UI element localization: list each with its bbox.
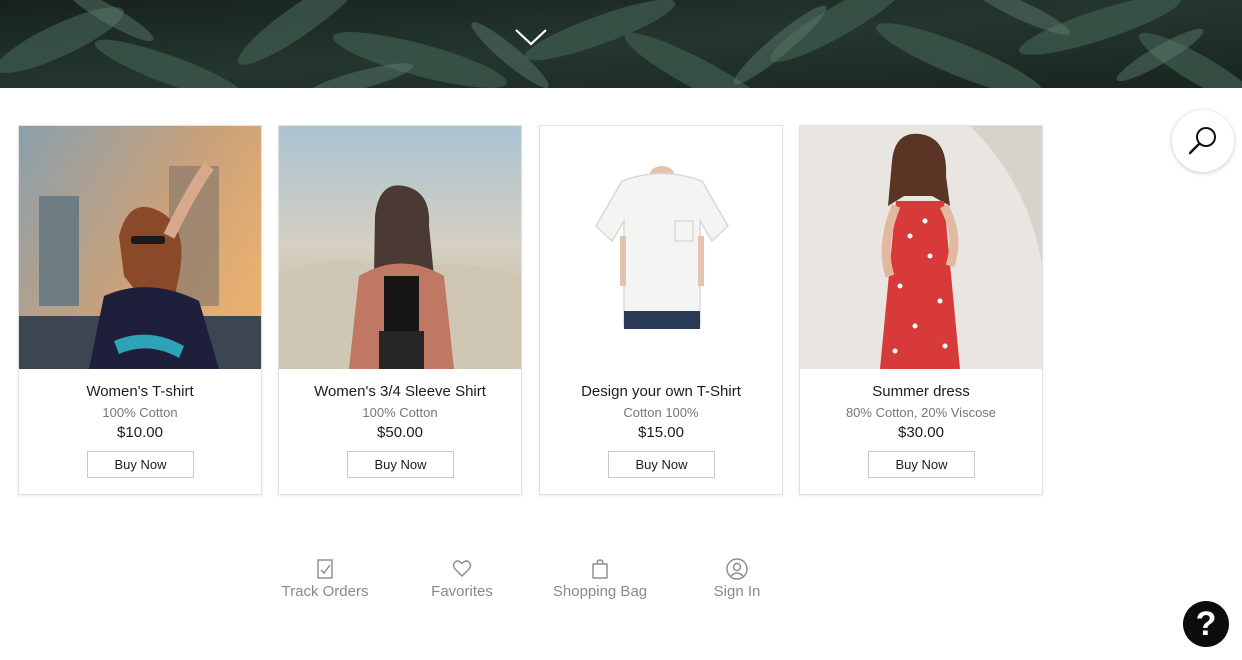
- product-title[interactable]: Women's 3/4 Sleeve Shirt: [279, 383, 521, 400]
- leaves-background: [0, 0, 1242, 88]
- product-price: $10.00: [117, 424, 163, 441]
- nav-shopping-bag[interactable]: Shopping Bag: [535, 558, 665, 600]
- buy-now-button[interactable]: Buy Now: [347, 451, 454, 478]
- product-card[interactable]: Summer dress 80% Cotton, 20% Viscose $30…: [799, 125, 1043, 495]
- product-image[interactable]: [19, 126, 261, 369]
- nav-sign-in[interactable]: Sign In: [672, 558, 802, 600]
- product-title[interactable]: Design your own T-Shirt: [540, 383, 782, 400]
- nav-track-orders[interactable]: Track Orders: [260, 558, 390, 600]
- buy-now-button[interactable]: Buy Now: [608, 451, 715, 478]
- chevron-down-icon[interactable]: [514, 26, 548, 48]
- nav-favorites[interactable]: Favorites: [397, 558, 527, 600]
- product-image[interactable]: [800, 126, 1042, 369]
- shopping-bag-icon: [592, 559, 608, 579]
- search-button[interactable]: [1172, 110, 1234, 172]
- question-mark-icon: ?: [1195, 605, 1217, 643]
- product-card[interactable]: Design your own T-Shirt Cotton 100% $15.…: [539, 125, 783, 495]
- product-title[interactable]: Women's T-shirt: [19, 383, 261, 400]
- product-description: Cotton 100%: [623, 405, 699, 420]
- buy-now-button[interactable]: Buy Now: [87, 451, 194, 478]
- product-price: $15.00: [638, 424, 684, 441]
- product-image[interactable]: [540, 126, 782, 369]
- product-image[interactable]: [279, 126, 521, 369]
- nav-label: Favorites: [431, 583, 493, 600]
- nav-label: Track Orders: [281, 583, 369, 600]
- heart-icon: [452, 560, 472, 577]
- help-button[interactable]: ?: [1183, 601, 1229, 647]
- clipboard-check-icon: [317, 559, 333, 579]
- user-circle-icon: [726, 558, 748, 580]
- product-description: 100% Cotton: [362, 405, 438, 420]
- product-description: 80% Cotton, 20% Viscose: [845, 405, 997, 420]
- hero-banner: [0, 0, 1242, 88]
- nav-label: Shopping Bag: [552, 583, 648, 600]
- product-title[interactable]: Summer dress: [800, 383, 1042, 400]
- buy-now-button[interactable]: Buy Now: [868, 451, 975, 478]
- product-price: $30.00: [898, 424, 944, 441]
- product-card[interactable]: Women's 3/4 Sleeve Shirt 100% Cotton $50…: [278, 125, 522, 495]
- nav-label: Sign In: [713, 583, 761, 600]
- product-description: 100% Cotton: [102, 405, 178, 420]
- product-card[interactable]: Women's T-shirt 100% Cotton $10.00 Buy N…: [18, 125, 262, 495]
- product-price: $50.00: [377, 424, 423, 441]
- search-icon: [1188, 127, 1216, 155]
